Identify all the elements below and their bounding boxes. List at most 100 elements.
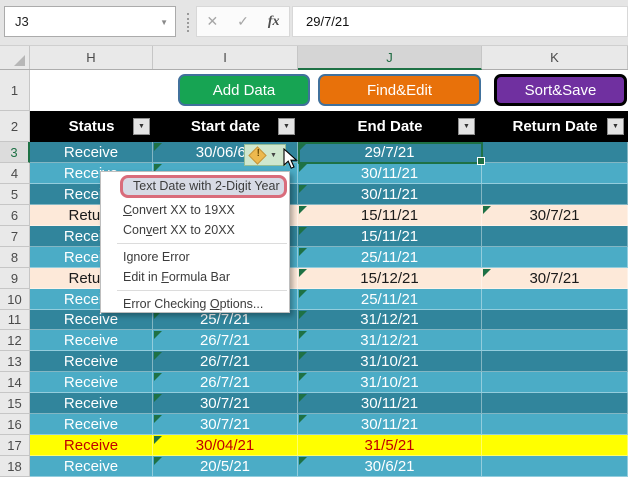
cell-J13[interactable]: 31/10/21	[298, 351, 482, 372]
column-header-I[interactable]: I	[153, 46, 298, 69]
cell-J7[interactable]: 15/11/21	[298, 226, 482, 247]
cell-H12[interactable]: Receive	[30, 330, 153, 351]
cell-J11[interactable]: 31/12/21	[298, 310, 482, 330]
cell-K16[interactable]	[482, 414, 628, 435]
error-indicator-triangle	[299, 352, 307, 360]
cancel-icon[interactable]: ✕	[206, 13, 218, 30]
menu-item-label: Ignore Error	[123, 250, 190, 264]
cell-H18[interactable]: Receive	[30, 456, 153, 477]
fill-handle[interactable]	[478, 158, 484, 164]
cell-J17[interactable]: 31/5/21	[298, 435, 482, 456]
menu-separator	[117, 243, 287, 244]
cell-J8[interactable]: 25/11/21	[298, 247, 482, 268]
cell-H17[interactable]: Receive	[30, 435, 153, 456]
cell-H3[interactable]: Receive	[30, 142, 153, 163]
cell-value: Receive	[64, 332, 118, 349]
cell-I17[interactable]: 30/04/21	[153, 435, 298, 456]
row-number-13[interactable]: 13	[0, 351, 30, 372]
cell-K14[interactable]	[482, 372, 628, 393]
cell-J15[interactable]: 30/11/21	[298, 393, 482, 414]
error-options-button[interactable]: ! ▼	[244, 144, 286, 166]
row-number-16[interactable]: 16	[0, 414, 30, 435]
row-number-8[interactable]: 8	[0, 247, 30, 268]
menu-item-ignore-error[interactable]: Ignore Error	[101, 247, 289, 267]
cell-I12[interactable]: 26/7/21	[153, 330, 298, 351]
cell-H15[interactable]: Receive	[30, 393, 153, 414]
row-number-3[interactable]: 3	[0, 142, 30, 163]
row-number-18[interactable]: 18	[0, 456, 30, 477]
cell-K11[interactable]	[482, 310, 628, 330]
column-header-H[interactable]: H	[30, 46, 153, 69]
row-number-11[interactable]: 11	[0, 310, 30, 330]
cell-K5[interactable]	[482, 184, 628, 205]
cell-J18[interactable]: 30/6/21	[298, 456, 482, 477]
row-number-10[interactable]: 10	[0, 289, 30, 310]
row-number-6[interactable]: 6	[0, 205, 30, 226]
cell-J14[interactable]: 31/10/21	[298, 372, 482, 393]
menu-item-convert-xx-to-20xx[interactable]: Convert XX to 20XX	[101, 220, 289, 240]
filter-button-end-date[interactable]: ▼	[458, 118, 475, 135]
cell-I14[interactable]: 26/7/21	[153, 372, 298, 393]
cell-J5[interactable]: 30/11/21	[298, 184, 482, 205]
find-edit-button[interactable]: Find&Edit	[318, 74, 481, 106]
row-number-15[interactable]: 15	[0, 393, 30, 414]
row-number-4[interactable]: 4	[0, 163, 30, 184]
cell-K17[interactable]	[482, 435, 628, 456]
column-header-K[interactable]: K	[482, 46, 628, 69]
cell-J4[interactable]: 30/11/21	[298, 163, 482, 184]
row-number-5[interactable]: 5	[0, 184, 30, 205]
row-number-17[interactable]: 17	[0, 435, 30, 456]
cell-H13[interactable]: Receive	[30, 351, 153, 372]
cell-K8[interactable]	[482, 247, 628, 268]
enter-icon[interactable]: ✓	[237, 13, 249, 30]
menu-item-label: ptions...	[220, 297, 264, 311]
cell-value: Receive	[64, 416, 118, 433]
menu-item-convert-xx-to-19xx[interactable]: Convert XX to 19XX	[101, 200, 289, 220]
formula-bar-strip: J3 ▼ ✕ ✓ fx 29/7/21	[0, 0, 628, 46]
cell-K9[interactable]: 30/7/21	[482, 268, 628, 289]
cell-K15[interactable]	[482, 393, 628, 414]
filter-button-start-date[interactable]: ▼	[278, 118, 295, 135]
cell-K13[interactable]	[482, 351, 628, 372]
error-indicator-triangle	[154, 373, 162, 381]
cell-K18[interactable]	[482, 456, 628, 477]
row-number-12[interactable]: 12	[0, 330, 30, 351]
insert-function-icon[interactable]: fx	[268, 14, 280, 30]
cell-value: 30/6/21	[364, 458, 414, 475]
select-all-button[interactable]	[0, 46, 30, 69]
cell-I13[interactable]: 26/7/21	[153, 351, 298, 372]
name-box[interactable]: J3 ▼	[4, 6, 176, 37]
menu-item-error-checking-options[interactable]: Error Checking Options...	[101, 294, 289, 314]
cell-K4[interactable]	[482, 163, 628, 184]
cell-J16[interactable]: 30/11/21	[298, 414, 482, 435]
cell-K6[interactable]: 30/7/21	[482, 205, 628, 226]
cell-H16[interactable]: Receive	[30, 414, 153, 435]
row-number-1[interactable]: 1	[0, 70, 30, 111]
menu-item-edit-in-formula-bar[interactable]: Edit in Formula Bar	[101, 267, 289, 287]
name-box-dropdown-icon[interactable]: ▼	[160, 18, 168, 27]
row-number-14[interactable]: 14	[0, 372, 30, 393]
cell-I18[interactable]: 20/5/21	[153, 456, 298, 477]
cell-K10[interactable]	[482, 289, 628, 310]
row-number-2[interactable]: 2	[0, 111, 30, 142]
cell-I16[interactable]: 30/7/21	[153, 414, 298, 435]
cell-H14[interactable]: Receive	[30, 372, 153, 393]
cell-value: 31/10/21	[360, 353, 418, 370]
cell-J9[interactable]: 15/12/21	[298, 268, 482, 289]
column-header-J[interactable]: J	[298, 46, 482, 70]
add-data-button[interactable]: Add Data	[178, 74, 310, 106]
formula-input[interactable]: 29/7/21	[292, 6, 628, 37]
cell-K7[interactable]	[482, 226, 628, 247]
cell-J10[interactable]: 25/11/21	[298, 289, 482, 310]
row-number-9[interactable]: 9	[0, 268, 30, 289]
cell-K12[interactable]	[482, 330, 628, 351]
filter-button-status[interactable]: ▼	[133, 118, 150, 135]
sort-save-button[interactable]: Sort&Save	[494, 74, 627, 106]
cell-J12[interactable]: 31/12/21	[298, 330, 482, 351]
cell-value: 31/12/21	[360, 311, 418, 328]
cell-J6[interactable]: 15/11/21	[298, 205, 482, 226]
cell-I15[interactable]: 30/7/21	[153, 393, 298, 414]
cell-K3[interactable]	[482, 142, 628, 163]
filter-button-return-date[interactable]: ▼	[607, 118, 624, 135]
row-number-7[interactable]: 7	[0, 226, 30, 247]
